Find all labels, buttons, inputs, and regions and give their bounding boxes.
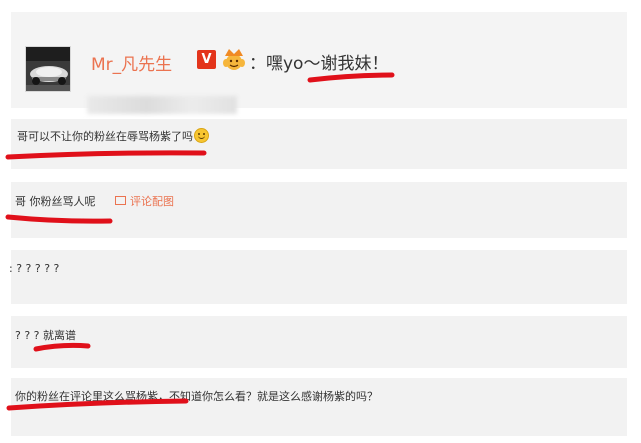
comment-picture-link[interactable]: 评论配图 [115, 193, 174, 209]
comment-text-content: 哥可以不让你的粉丝在辱骂杨紫了吗 [17, 130, 193, 143]
comment-card: : ? ? ? ? ? [9, 250, 627, 304]
annotation-underline [6, 398, 189, 411]
annotation-underline [5, 214, 113, 224]
annotation-underline [33, 342, 91, 352]
comment-text: 哥 你粉丝骂人呢 [15, 195, 96, 208]
post-header-card: Mr_凡先生 V ：嘿yo～谢我妹！ [11, 12, 627, 114]
comment-text: 哥可以不让你的粉丝在辱骂杨紫了吗 [17, 128, 209, 144]
smile-emoji-icon [194, 128, 209, 143]
blurred-post-meta [87, 96, 237, 114]
crown-emoji-icon [221, 47, 247, 71]
comment-text: : ? ? ? ? ? [9, 262, 60, 275]
comment-picture-link-label: 评论配图 [130, 195, 174, 208]
comment-card: 哥 你粉丝骂人呢 评论配图 [11, 182, 627, 238]
comment-card: ? ? ? 就离谱 [11, 316, 627, 368]
verified-badge: V [197, 50, 216, 69]
annotation-underline [5, 150, 207, 160]
username-link[interactable]: Mr_凡先生 [91, 50, 172, 75]
annotation-underline [307, 72, 395, 83]
avatar[interactable] [25, 46, 71, 92]
picture-icon [115, 196, 126, 205]
